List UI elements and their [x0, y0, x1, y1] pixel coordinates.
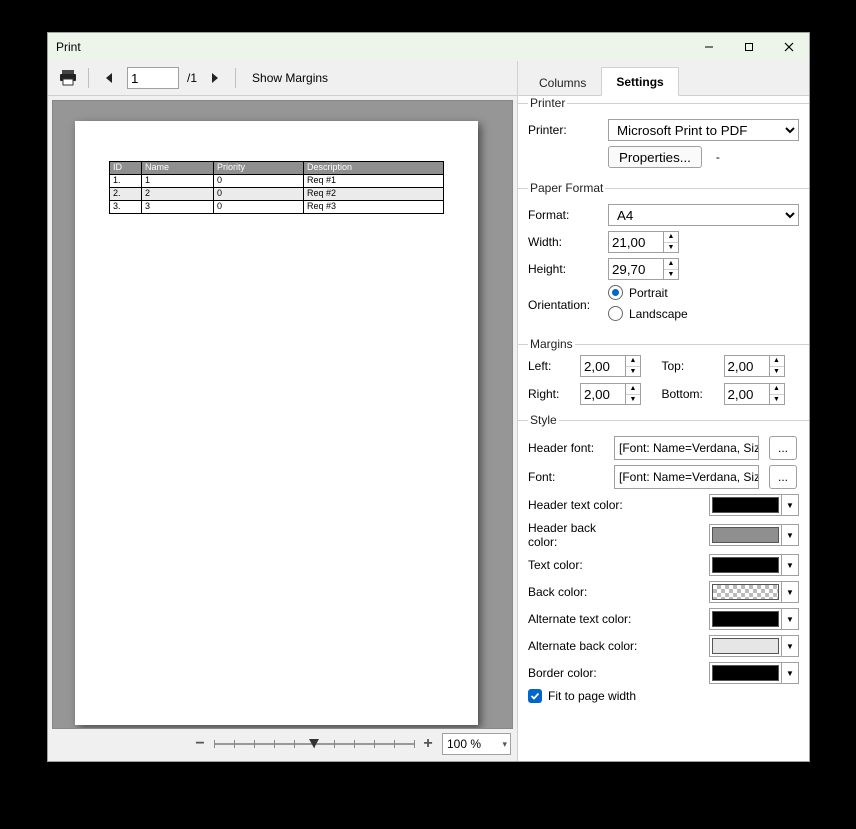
margin-bottom-spinner[interactable]: ▲▼: [724, 383, 800, 405]
font-browse-button[interactable]: ...: [769, 465, 797, 489]
orientation-label: Orientation:: [528, 298, 602, 312]
header-font-label: Header font:: [528, 441, 608, 455]
header-font-display: [Font: Name=Verdana, Siz: [614, 436, 759, 460]
preview-area: ID Name Priority Description 1.10Req #1 …: [52, 100, 513, 729]
header-font-browse-button[interactable]: ...: [769, 436, 797, 460]
table-row: 2.20Req #2: [110, 187, 444, 200]
titlebar: Print: [48, 33, 809, 61]
border-color-label: Border color:: [528, 666, 628, 680]
paper-width-spinner[interactable]: ▲▼: [608, 231, 679, 253]
group-style: Style Header font: [Font: Name=Verdana, …: [518, 413, 809, 716]
margin-right-label: Right:: [528, 387, 574, 401]
print-icon[interactable]: [56, 66, 80, 90]
paper-width-input[interactable]: [608, 231, 664, 253]
orientation-landscape-radio[interactable]: Landscape: [608, 306, 688, 321]
orientation-portrait-radio[interactable]: Portrait: [608, 285, 668, 300]
back-color-picker[interactable]: ▼: [709, 581, 799, 603]
page-total-label: /1: [187, 71, 197, 85]
paper-format-select[interactable]: A4: [608, 204, 799, 226]
alt-back-color-picker[interactable]: ▼: [709, 635, 799, 657]
settings-tabstrip: Columns Settings: [518, 61, 809, 96]
col-header: ID: [110, 162, 142, 175]
group-paper-format: Paper Format Format: A4 Width: ▲▼: [518, 181, 809, 337]
group-legend: Printer: [528, 96, 567, 110]
group-legend: Margins: [528, 337, 575, 351]
header-text-color-label: Header text color:: [528, 498, 628, 512]
preview-table: ID Name Priority Description 1.10Req #1 …: [109, 161, 444, 214]
col-header: Priority: [214, 162, 304, 175]
height-label: Height:: [528, 262, 602, 276]
printer-label: Printer:: [528, 123, 602, 137]
close-button[interactable]: [769, 34, 809, 60]
zoom-level-select[interactable]: 100 % ▾: [442, 733, 511, 755]
settings-panel: Printer Printer: Microsoft Print to PDF …: [518, 96, 809, 761]
font-display: [Font: Name=Verdana, Siz: [614, 465, 759, 489]
prev-page-icon[interactable]: [97, 66, 121, 90]
zoom-out-button[interactable]: −: [192, 736, 208, 752]
tab-columns[interactable]: Columns: [524, 68, 601, 96]
zoom-bar: − + 100 % ▾: [48, 729, 517, 761]
show-margins-label: Show Margins: [252, 71, 328, 85]
header-text-color-picker[interactable]: ▼: [709, 494, 799, 516]
page-number-input[interactable]: [127, 67, 179, 89]
next-page-icon[interactable]: [203, 66, 227, 90]
header-back-color-label: Header back color:: [528, 521, 628, 549]
printer-status: -: [716, 150, 720, 164]
text-color-label: Text color:: [528, 558, 628, 572]
back-color-label: Back color:: [528, 585, 628, 599]
printer-select[interactable]: Microsoft Print to PDF: [608, 119, 799, 141]
alt-text-color-label: Alternate text color:: [528, 612, 648, 626]
window-controls: [689, 34, 809, 60]
table-row: 1.10Req #1: [110, 174, 444, 187]
margin-top-spinner[interactable]: ▲▼: [724, 355, 800, 377]
margin-right-spinner[interactable]: ▲▼: [580, 383, 656, 405]
group-legend: Style: [528, 413, 559, 427]
chevron-down-icon: ▾: [502, 739, 507, 750]
zoom-level-value: 100 %: [447, 737, 481, 751]
zoom-in-button[interactable]: +: [420, 736, 436, 752]
paper-height-input[interactable]: [608, 258, 664, 280]
header-back-color-picker[interactable]: ▼: [709, 524, 799, 546]
font-label: Font:: [528, 470, 608, 484]
minimize-button[interactable]: [689, 34, 729, 60]
show-margins-button[interactable]: Show Margins: [244, 66, 336, 90]
margin-bottom-label: Bottom:: [662, 387, 718, 401]
format-label: Format:: [528, 208, 602, 222]
print-dialog: Print: [47, 32, 810, 762]
border-color-picker[interactable]: ▼: [709, 662, 799, 684]
margin-left-spinner[interactable]: ▲▼: [580, 355, 656, 377]
printer-properties-button[interactable]: Properties...: [608, 146, 702, 168]
group-margins: Margins Left: ▲▼ Top: ▲▼ Right:: [518, 337, 809, 413]
col-header: Name: [142, 162, 214, 175]
zoom-slider[interactable]: [214, 735, 414, 753]
alt-text-color-picker[interactable]: ▼: [709, 608, 799, 630]
preview-toolbar: /1 Show Margins: [48, 61, 517, 96]
paper-height-spinner[interactable]: ▲▼: [608, 258, 679, 280]
alt-back-color-label: Alternate back color:: [528, 639, 648, 653]
window-title: Print: [56, 40, 81, 54]
col-header: Description: [304, 162, 444, 175]
margin-top-label: Top:: [662, 359, 718, 373]
width-label: Width:: [528, 235, 602, 249]
tab-settings[interactable]: Settings: [601, 67, 678, 96]
group-legend: Paper Format: [528, 181, 605, 195]
table-row: 3.30Req #3: [110, 200, 444, 213]
maximize-button[interactable]: [729, 34, 769, 60]
margin-left-label: Left:: [528, 359, 574, 373]
group-printer: Printer Printer: Microsoft Print to PDF …: [518, 96, 809, 181]
page-preview: ID Name Priority Description 1.10Req #1 …: [75, 121, 478, 725]
text-color-picker[interactable]: ▼: [709, 554, 799, 576]
fit-to-page-label: Fit to page width: [548, 689, 636, 703]
fit-to-page-checkbox[interactable]: Fit to page width: [528, 689, 636, 703]
